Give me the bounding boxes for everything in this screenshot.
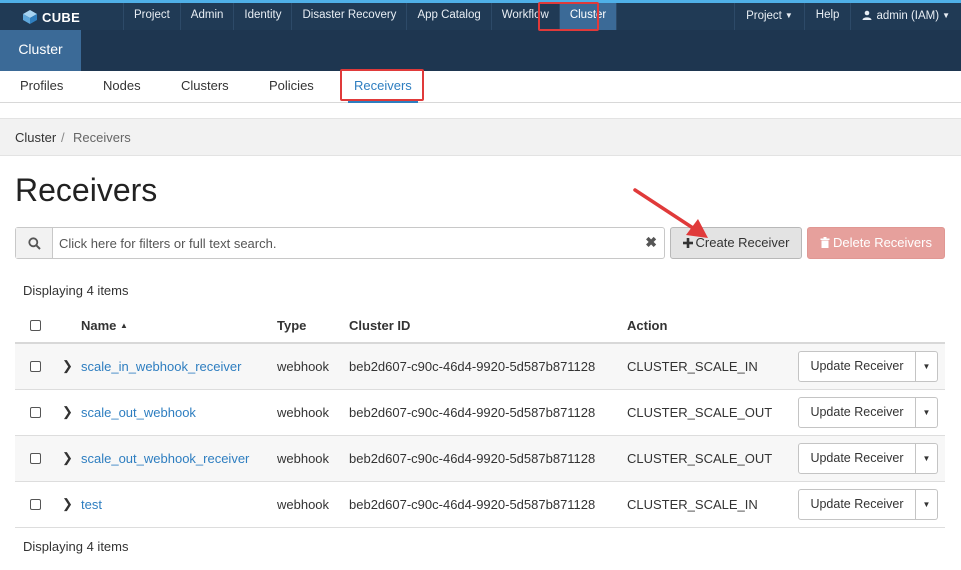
receiver-name-link[interactable]: scale_out_webhook	[81, 405, 196, 420]
update-receiver-button[interactable]: Update Receiver	[798, 397, 916, 428]
select-all-checkbox[interactable]	[30, 320, 41, 331]
nav-identity[interactable]: Identity	[234, 3, 293, 30]
column-header-action[interactable]: Action	[627, 318, 667, 333]
tab-nodes[interactable]: Nodes	[103, 71, 141, 103]
receiver-cluster-id: beb2d607-c90c-46d4-9920-5d587b871128	[349, 497, 596, 512]
row-checkbox[interactable]	[30, 499, 41, 510]
nav-app-catalog[interactable]: App Catalog	[407, 3, 492, 30]
highlight-box	[340, 69, 424, 101]
sort-ascending-icon: ▲	[120, 321, 128, 330]
brand-name: CUBE	[42, 9, 81, 25]
receiver-cluster-id: beb2d607-c90c-46d4-9920-5d587b871128	[349, 405, 596, 420]
page-title: Receivers	[15, 172, 158, 208]
receiver-type: webhook	[277, 405, 330, 420]
user-icon	[862, 10, 872, 20]
breadcrumb-separator: /	[61, 130, 65, 145]
item-count-top: Displaying 4 items	[23, 283, 129, 298]
table-row: ❯ scale_in_webhook_receiver webhook beb2…	[15, 344, 945, 390]
breadcrumb: Cluster / Receivers	[0, 118, 961, 156]
annotation-arrow-icon	[633, 188, 708, 238]
receiver-action: CLUSTER_SCALE_OUT	[627, 405, 773, 420]
help-link[interactable]: Help	[803, 3, 851, 30]
chevron-right-icon[interactable]: ❯	[62, 496, 73, 512]
table-row: ❯ scale_out_webhook_receiver webhook beb…	[15, 436, 945, 482]
panel-tab-cluster[interactable]: Cluster	[0, 30, 81, 71]
row-checkbox[interactable]	[30, 407, 41, 418]
chevron-down-icon: ▼	[784, 11, 793, 20]
receiver-action: CLUSTER_SCALE_IN	[627, 359, 758, 374]
project-dropdown[interactable]: Project ▼	[734, 3, 804, 30]
column-header-type[interactable]: Type	[277, 318, 306, 333]
receiver-type: webhook	[277, 359, 330, 374]
update-receiver-button[interactable]: Update Receiver	[798, 443, 916, 474]
delete-receivers-button[interactable]: Delete Receivers	[807, 227, 945, 259]
chevron-down-icon: ▼	[942, 11, 950, 20]
receiver-name-link[interactable]: scale_in_webhook_receiver	[81, 359, 241, 374]
receiver-cluster-id: beb2d607-c90c-46d4-9920-5d587b871128	[349, 359, 596, 374]
highlight-box	[538, 2, 599, 31]
receiver-name-link[interactable]: scale_out_webhook_receiver	[81, 451, 249, 466]
cluster-tabs: Profiles Nodes Clusters Policies Receive…	[0, 71, 961, 103]
panel-bar: Cluster	[0, 30, 961, 71]
row-actions: Update Receiver ▼	[798, 397, 938, 428]
table-row: ❯ test webhook beb2d607-c90c-46d4-9920-5…	[15, 482, 945, 528]
row-checkbox[interactable]	[30, 453, 41, 464]
chevron-right-icon[interactable]: ❯	[62, 404, 73, 420]
row-actions: Update Receiver ▼	[798, 489, 938, 520]
caret-down-icon: ▼	[922, 500, 931, 509]
receiver-action: CLUSTER_SCALE_OUT	[627, 451, 773, 466]
caret-down-icon: ▼	[922, 408, 931, 417]
item-count-bottom: Displaying 4 items	[23, 539, 129, 554]
user-menu[interactable]: admin (IAM) ▼	[850, 3, 961, 30]
trash-icon	[820, 237, 830, 248]
receiver-type: webhook	[277, 497, 330, 512]
update-receiver-button[interactable]: Update Receiver	[798, 351, 916, 382]
row-actions: Update Receiver ▼	[798, 443, 938, 474]
table-row: ❯ scale_out_webhook webhook beb2d607-c90…	[15, 390, 945, 436]
receiver-action: CLUSTER_SCALE_IN	[627, 497, 758, 512]
nav-admin[interactable]: Admin	[181, 3, 235, 30]
receiver-type: webhook	[277, 451, 330, 466]
nav-project[interactable]: Project	[124, 3, 181, 30]
receiver-cluster-id: beb2d607-c90c-46d4-9920-5d587b871128	[349, 451, 596, 466]
tab-clusters[interactable]: Clusters	[181, 71, 229, 103]
caret-down-icon: ▼	[922, 454, 931, 463]
caret-down-icon: ▼	[922, 362, 931, 371]
chevron-right-icon[interactable]: ❯	[62, 450, 73, 466]
tab-policies[interactable]: Policies	[269, 71, 314, 103]
chevron-right-icon[interactable]: ❯	[62, 358, 73, 374]
delete-receivers-label: Delete Receivers	[833, 235, 932, 250]
column-header-name[interactable]: Name ▲	[81, 318, 128, 333]
table-header: Name ▲ Type Cluster ID Action	[15, 310, 945, 344]
project-dropdown-label: Project	[746, 10, 782, 22]
row-actions-dropdown[interactable]: ▼	[916, 351, 938, 382]
top-navbar: CUBE Project Admin Identity Disaster Rec…	[0, 0, 961, 30]
row-actions: Update Receiver ▼	[798, 351, 938, 382]
user-menu-label: admin (IAM)	[876, 10, 940, 22]
row-checkbox[interactable]	[30, 361, 41, 372]
search-bar: ✖	[15, 227, 665, 259]
breadcrumb-cluster[interactable]: Cluster	[15, 130, 56, 145]
column-header-cluster-id[interactable]: Cluster ID	[349, 318, 410, 333]
row-actions-dropdown[interactable]: ▼	[916, 443, 938, 474]
update-receiver-button[interactable]: Update Receiver	[798, 489, 916, 520]
nav-disaster-recovery[interactable]: Disaster Recovery	[292, 3, 408, 30]
brand[interactable]: CUBE	[22, 6, 80, 28]
tab-profiles[interactable]: Profiles	[20, 71, 63, 103]
search-icon	[16, 228, 53, 258]
column-header-name-label: Name	[81, 318, 117, 333]
row-actions-dropdown[interactable]: ▼	[916, 397, 938, 428]
breadcrumb-current: Receivers	[73, 130, 131, 145]
right-nav: Project ▼ Help admin (IAM) ▼	[734, 3, 961, 30]
row-actions-dropdown[interactable]: ▼	[916, 489, 938, 520]
cube-logo-icon	[23, 10, 37, 24]
receiver-name-link[interactable]: test	[81, 497, 102, 512]
search-input[interactable]	[59, 232, 639, 254]
